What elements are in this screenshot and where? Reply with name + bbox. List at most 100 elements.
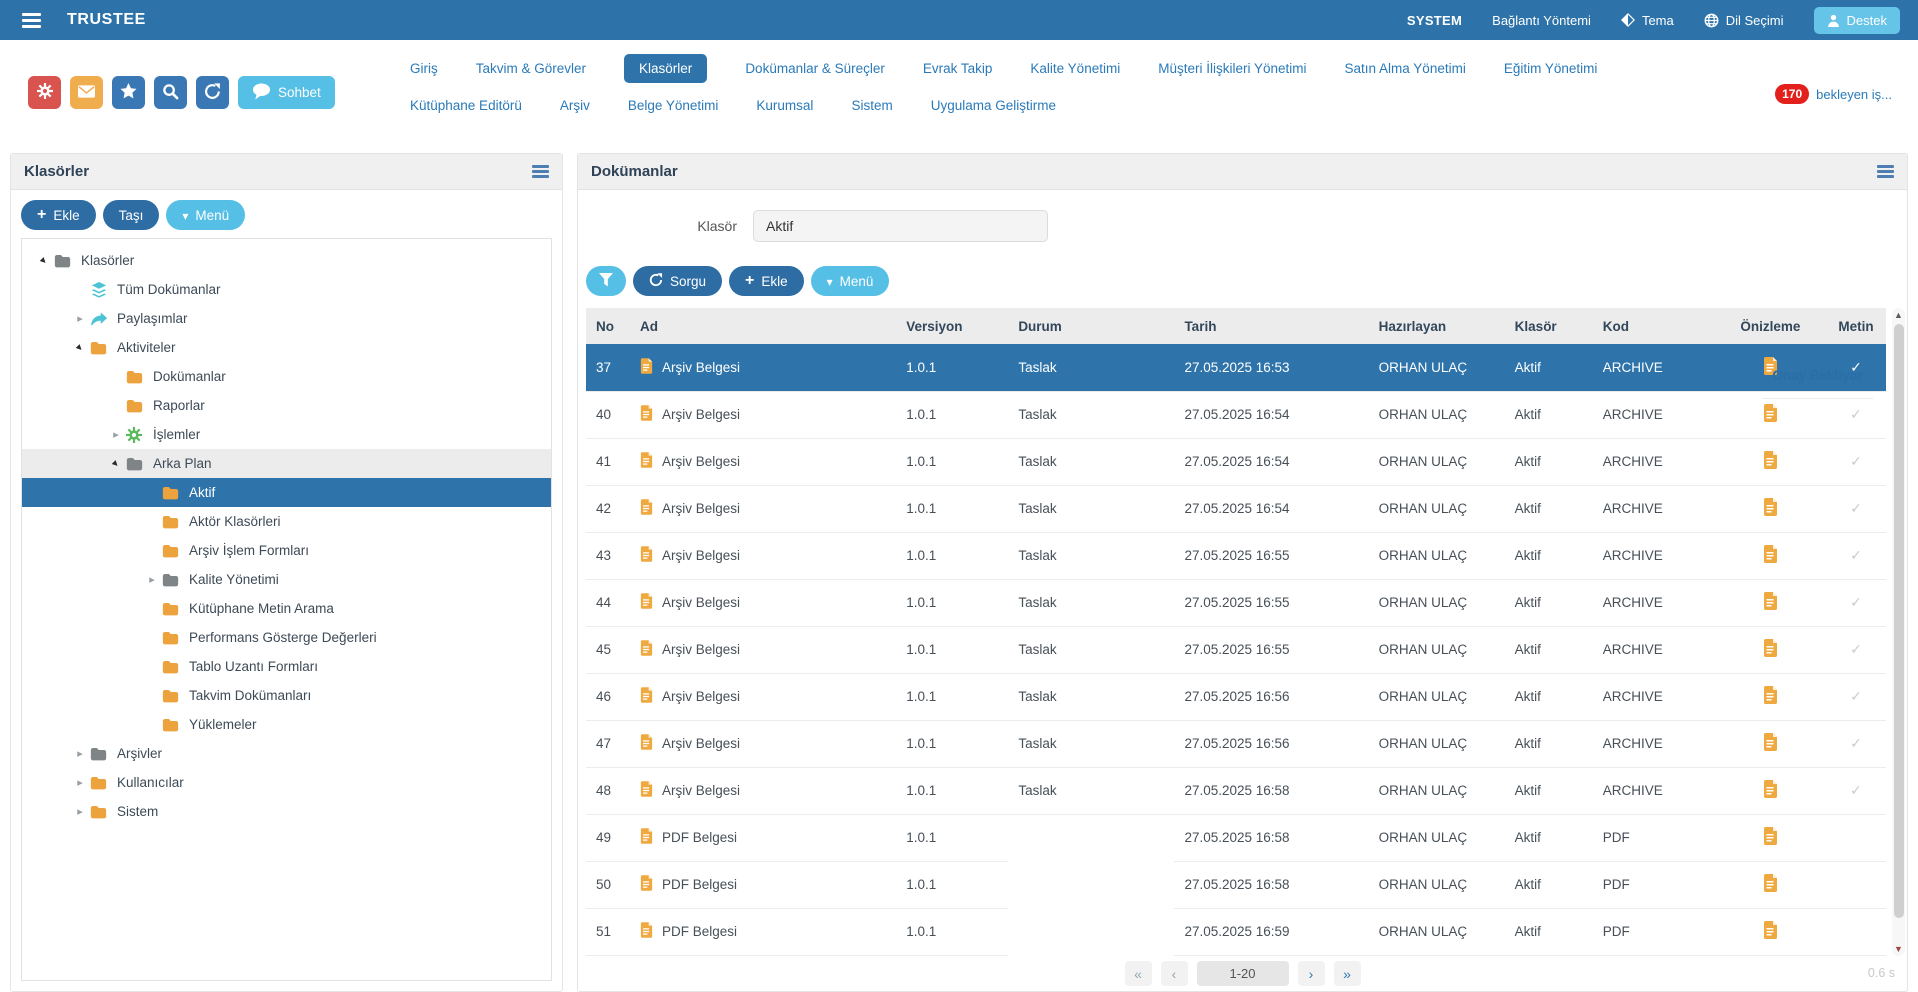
- preview-document-icon[interactable]: [1763, 927, 1778, 942]
- preview-document-icon[interactable]: [1763, 551, 1778, 566]
- scrollbar-thumb[interactable]: [1894, 324, 1904, 918]
- tree-node-arşiv-i-şlem-formları[interactable]: Arşiv İşlem Formları: [22, 536, 551, 565]
- preview-document-icon[interactable]: [1763, 880, 1778, 895]
- chat-button[interactable]: Sohbet: [238, 76, 335, 109]
- document-row-42[interactable]: 42Arşiv Belgesi1.0.1Taslak27.05.2025 16:…: [586, 485, 1886, 532]
- tree-node-performans-gösterge-değerleri[interactable]: Performans Gösterge Değerleri: [22, 623, 551, 652]
- column-header-ad[interactable]: Ad: [630, 308, 896, 344]
- expand-toggle-icon[interactable]: ▸: [106, 428, 126, 441]
- document-row-44[interactable]: 44Arşiv Belgesi1.0.1Taslak27.05.2025 16:…: [586, 579, 1886, 626]
- scroll-down-icon[interactable]: [1892, 942, 1905, 956]
- tree-node-aktör-klasörleri[interactable]: Aktör Klasörleri: [22, 507, 551, 536]
- expand-toggle-icon[interactable]: ▸: [70, 747, 90, 760]
- column-header-durum[interactable]: Durum: [1008, 308, 1174, 344]
- tree-node-kullanıcılar[interactable]: ▸Kullanıcılar: [22, 768, 551, 797]
- document-row-48[interactable]: 48Arşiv Belgesi1.0.1Taslak27.05.2025 16:…: [586, 767, 1886, 814]
- document-row-47[interactable]: 47Arşiv Belgesi1.0.1Taslak27.05.2025 16:…: [586, 720, 1886, 767]
- preview-document-icon[interactable]: [1763, 692, 1778, 707]
- document-row-40[interactable]: 40Arşiv Belgesi1.0.1Taslak27.05.2025 16:…: [586, 391, 1886, 438]
- tree-node-raporlar[interactable]: Raporlar: [22, 391, 551, 420]
- move-folder-button[interactable]: Taşı: [103, 200, 160, 230]
- expand-toggle-icon[interactable]: ▸: [70, 312, 90, 325]
- tree-node-kalite-yönetimi[interactable]: ▸Kalite Yönetimi: [22, 565, 551, 594]
- tree-node-aktiviteler[interactable]: ▸Aktiviteler: [22, 333, 551, 362]
- connection-method-link[interactable]: Bağlantı Yöntemi: [1492, 13, 1591, 28]
- support-button[interactable]: Destek: [1814, 7, 1900, 34]
- tab-dokümanlar-süreçler[interactable]: Dokümanlar & Süreçler: [745, 61, 885, 76]
- tab-kalite-yönetimi[interactable]: Kalite Yönetimi: [1030, 61, 1120, 76]
- column-header-tarih[interactable]: Tarih: [1174, 308, 1368, 344]
- tree-node-dokümanlar[interactable]: Dokümanlar: [22, 362, 551, 391]
- preview-document-icon[interactable]: [1763, 504, 1778, 519]
- tab-satın-alma-yönetimi[interactable]: Satın Alma Yönetimi: [1345, 61, 1466, 76]
- document-row-46[interactable]: 46Arşiv Belgesi1.0.1Taslak27.05.2025 16:…: [586, 673, 1886, 720]
- preview-document-icon[interactable]: [1763, 598, 1778, 613]
- current-user[interactable]: SYSTEM: [1407, 13, 1462, 28]
- query-button[interactable]: Sorgu: [633, 266, 722, 296]
- tab-belge-yönetimi[interactable]: Belge Yönetimi: [628, 98, 719, 113]
- tab-sistem[interactable]: Sistem: [851, 98, 892, 113]
- tab-giriş[interactable]: Giriş: [410, 61, 438, 76]
- preview-document-icon[interactable]: [1763, 645, 1778, 660]
- tab-kütüphane-editörü[interactable]: Kütüphane Editörü: [410, 98, 522, 113]
- tab-eğitim-yönetimi[interactable]: Eğitim Yönetimi: [1504, 61, 1598, 76]
- column-header-no[interactable]: No: [586, 308, 630, 344]
- documents-panel-menu-icon[interactable]: [1877, 165, 1894, 178]
- table-scrollbar[interactable]: [1892, 308, 1905, 956]
- tree-node-tablo-uzantı-formları[interactable]: Tablo Uzantı Formları: [22, 652, 551, 681]
- column-header-klasör[interactable]: Klasör: [1505, 308, 1593, 344]
- preview-document-icon[interactable]: [1763, 786, 1778, 801]
- document-row-43[interactable]: 43Arşiv Belgesi1.0.1Taslak27.05.2025 16:…: [586, 532, 1886, 579]
- page-last-button[interactable]: »: [1334, 961, 1361, 986]
- preview-document-icon[interactable]: [1763, 410, 1778, 425]
- preview-document-icon[interactable]: [1763, 833, 1778, 848]
- document-menu-button[interactable]: Menü: [811, 266, 890, 296]
- tree-node-arşivler[interactable]: ▸Arşivler: [22, 739, 551, 768]
- collapse-toggle-icon[interactable]: ▸: [104, 452, 127, 475]
- tree-node-arka-plan[interactable]: ▸Arka Plan: [22, 449, 551, 478]
- page-range-button[interactable]: 1-20: [1197, 961, 1289, 986]
- tree-node-sistem[interactable]: ▸Sistem: [22, 797, 551, 826]
- messages-button[interactable]: [70, 76, 103, 109]
- expand-toggle-icon[interactable]: ▸: [70, 776, 90, 789]
- tab-evrak-takip[interactable]: Evrak Takip: [923, 61, 993, 76]
- column-header-metin[interactable]: Metin: [1826, 308, 1886, 344]
- preview-document-icon[interactable]: [1763, 739, 1778, 754]
- page-next-button[interactable]: ›: [1298, 961, 1325, 986]
- tab-arşiv[interactable]: Arşiv: [560, 98, 590, 113]
- filter-button[interactable]: [586, 266, 626, 296]
- folder-menu-button[interactable]: Menü: [166, 200, 245, 230]
- tree-node-takvim-dokümanları[interactable]: Takvim Dokümanları: [22, 681, 551, 710]
- tree-node-kütüphane-metin-arama[interactable]: Kütüphane Metin Arama: [22, 594, 551, 623]
- document-row-51[interactable]: 51PDF Belgesi1.0.1Onay Bekliyor27.05.202…: [586, 908, 1886, 955]
- favorites-button[interactable]: [112, 76, 145, 109]
- refresh-button[interactable]: [196, 76, 229, 109]
- document-row-41[interactable]: 41Arşiv Belgesi1.0.1Taslak27.05.2025 16:…: [586, 438, 1886, 485]
- theme-link[interactable]: Tema: [1621, 13, 1674, 28]
- pending-jobs[interactable]: 170 bekleyen iş...: [1775, 84, 1892, 104]
- search-button[interactable]: [154, 76, 187, 109]
- tree-node-aktif[interactable]: Aktif: [22, 478, 551, 507]
- column-header-hazırlayan[interactable]: Hazırlayan: [1369, 308, 1505, 344]
- tree-node-klasörler[interactable]: ▸Klasörler: [22, 246, 551, 275]
- tab-takvim-görevler[interactable]: Takvim & Görevler: [476, 61, 586, 76]
- collapse-toggle-icon[interactable]: ▸: [68, 336, 91, 359]
- column-header-önizleme[interactable]: Önizleme: [1715, 308, 1826, 344]
- add-document-button[interactable]: Ekle: [729, 266, 804, 296]
- folder-filter-input[interactable]: [753, 210, 1048, 242]
- expand-toggle-icon[interactable]: ▸: [142, 573, 162, 586]
- tab-uygulama-geliştirme[interactable]: Uygulama Geliştirme: [931, 98, 1056, 113]
- document-row-37[interactable]: 37Arşiv Belgesi1.0.1Taslak27.05.2025 16:…: [586, 344, 1886, 391]
- preview-document-icon[interactable]: [1763, 457, 1778, 472]
- tab-klasörler[interactable]: Klasörler: [624, 54, 707, 83]
- tab-müşteri-i-lişkileri-yönetimi[interactable]: Müşteri İlişkileri Yönetimi: [1158, 61, 1306, 76]
- page-first-button[interactable]: «: [1125, 961, 1152, 986]
- tree-node-tüm-dokümanlar[interactable]: Tüm Dokümanlar: [22, 275, 551, 304]
- add-folder-button[interactable]: Ekle: [21, 200, 96, 230]
- tree-node-yüklemeler[interactable]: Yüklemeler: [22, 710, 551, 739]
- collapse-toggle-icon[interactable]: ▸: [32, 249, 55, 272]
- page-prev-button[interactable]: ‹: [1161, 961, 1188, 986]
- language-link[interactable]: Dil Seçimi: [1704, 13, 1784, 28]
- tree-node-paylaşımlar[interactable]: ▸Paylaşımlar: [22, 304, 551, 333]
- folders-panel-menu-icon[interactable]: [532, 165, 549, 178]
